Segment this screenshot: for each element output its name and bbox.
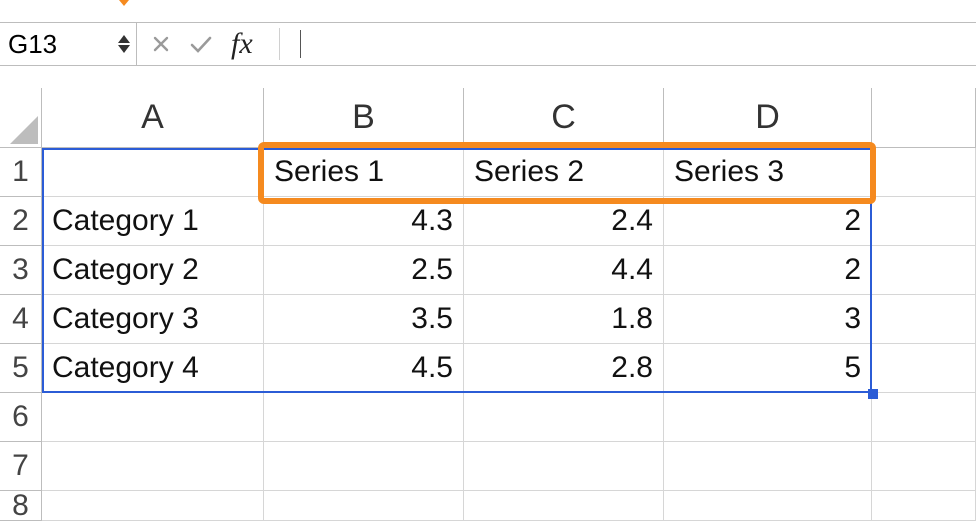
table-row: 5 Category 4 4.5 2.8 5 xyxy=(0,344,976,393)
rows: 1 Series 1 Series 2 Series 3 2 Category … xyxy=(0,148,976,521)
column-headers: A B C D xyxy=(0,88,976,148)
cell-B2[interactable]: 4.3 xyxy=(264,197,464,246)
cell-E1[interactable] xyxy=(872,148,976,197)
cell-E8[interactable] xyxy=(872,491,976,521)
cell-B4[interactable]: 3.5 xyxy=(264,295,464,344)
fx-icon[interactable]: fx xyxy=(231,27,253,61)
confirm-icon[interactable] xyxy=(189,34,213,54)
cell-B3[interactable]: 2.5 xyxy=(264,246,464,295)
name-box-value: G13 xyxy=(8,29,118,60)
table-row: 8 xyxy=(0,491,976,521)
cell-A7[interactable] xyxy=(42,442,264,491)
table-row: 2 Category 1 4.3 2.4 2 xyxy=(0,197,976,246)
cell-C6[interactable] xyxy=(464,393,664,442)
table-row: 7 xyxy=(0,442,976,491)
row-header-6[interactable]: 6 xyxy=(0,393,42,442)
cell-A6[interactable] xyxy=(42,393,264,442)
name-box[interactable]: G13 xyxy=(0,22,136,66)
chevron-up-icon xyxy=(118,35,130,43)
cell-C8[interactable] xyxy=(464,491,664,521)
cell-C1[interactable]: Series 2 xyxy=(464,148,664,197)
selection-fill-handle[interactable] xyxy=(868,389,878,399)
divider xyxy=(279,28,280,60)
column-header-C[interactable]: C xyxy=(464,88,664,148)
ribbon-indicator-icon xyxy=(114,0,134,6)
cell-D4[interactable]: 3 xyxy=(664,295,872,344)
cell-C3[interactable]: 4.4 xyxy=(464,246,664,295)
column-header-E[interactable] xyxy=(872,88,976,148)
cancel-icon[interactable] xyxy=(151,34,171,54)
select-all-corner[interactable] xyxy=(0,88,42,148)
spreadsheet-grid: A B C D 1 Series 1 Series 2 Series 3 2 C… xyxy=(0,88,976,524)
cell-A4[interactable]: Category 3 xyxy=(42,295,264,344)
cell-B8[interactable] xyxy=(264,491,464,521)
cell-D2[interactable]: 2 xyxy=(664,197,872,246)
cell-D8[interactable] xyxy=(664,491,872,521)
cell-A5[interactable]: Category 4 xyxy=(42,344,264,393)
cell-B5[interactable]: 4.5 xyxy=(264,344,464,393)
row-header-1[interactable]: 1 xyxy=(0,148,42,197)
row-header-8[interactable]: 8 xyxy=(0,491,42,521)
cell-D1[interactable]: Series 3 xyxy=(664,148,872,197)
name-box-stepper[interactable] xyxy=(118,35,136,53)
cell-D5[interactable]: 5 xyxy=(664,344,872,393)
cell-E6[interactable] xyxy=(872,393,976,442)
row-header-4[interactable]: 4 xyxy=(0,295,42,344)
cell-E4[interactable] xyxy=(872,295,976,344)
cell-B6[interactable] xyxy=(264,393,464,442)
cell-A2[interactable]: Category 1 xyxy=(42,197,264,246)
cell-C4[interactable]: 1.8 xyxy=(464,295,664,344)
table-row: 6 xyxy=(0,393,976,442)
row-header-3[interactable]: 3 xyxy=(0,246,42,295)
cell-D3[interactable]: 2 xyxy=(664,246,872,295)
table-row: 4 Category 3 3.5 1.8 3 xyxy=(0,295,976,344)
table-row: 1 Series 1 Series 2 Series 3 xyxy=(0,148,976,197)
text-cursor-icon xyxy=(300,30,301,58)
formula-bar: G13 fx xyxy=(0,22,976,66)
formula-input[interactable] xyxy=(298,23,976,65)
column-header-B[interactable]: B xyxy=(264,88,464,148)
cell-E7[interactable] xyxy=(872,442,976,491)
row-header-5[interactable]: 5 xyxy=(0,344,42,393)
cell-A1[interactable] xyxy=(42,148,264,197)
cell-C5[interactable]: 2.8 xyxy=(464,344,664,393)
cell-E3[interactable] xyxy=(872,246,976,295)
chevron-down-icon xyxy=(118,45,130,53)
cell-B1[interactable]: Series 1 xyxy=(264,148,464,197)
cell-D6[interactable] xyxy=(664,393,872,442)
cell-B7[interactable] xyxy=(264,442,464,491)
formula-controls: fx xyxy=(136,22,976,66)
row-header-2[interactable]: 2 xyxy=(0,197,42,246)
row-header-7[interactable]: 7 xyxy=(0,442,42,491)
cell-E2[interactable] xyxy=(872,197,976,246)
cell-A8[interactable] xyxy=(42,491,264,521)
cell-D7[interactable] xyxy=(664,442,872,491)
cell-A3[interactable]: Category 2 xyxy=(42,246,264,295)
column-header-D[interactable]: D xyxy=(664,88,872,148)
cell-E5[interactable] xyxy=(872,344,976,393)
cell-C2[interactable]: 2.4 xyxy=(464,197,664,246)
cell-C7[interactable] xyxy=(464,442,664,491)
table-row: 3 Category 2 2.5 4.4 2 xyxy=(0,246,976,295)
column-header-A[interactable]: A xyxy=(42,88,264,148)
